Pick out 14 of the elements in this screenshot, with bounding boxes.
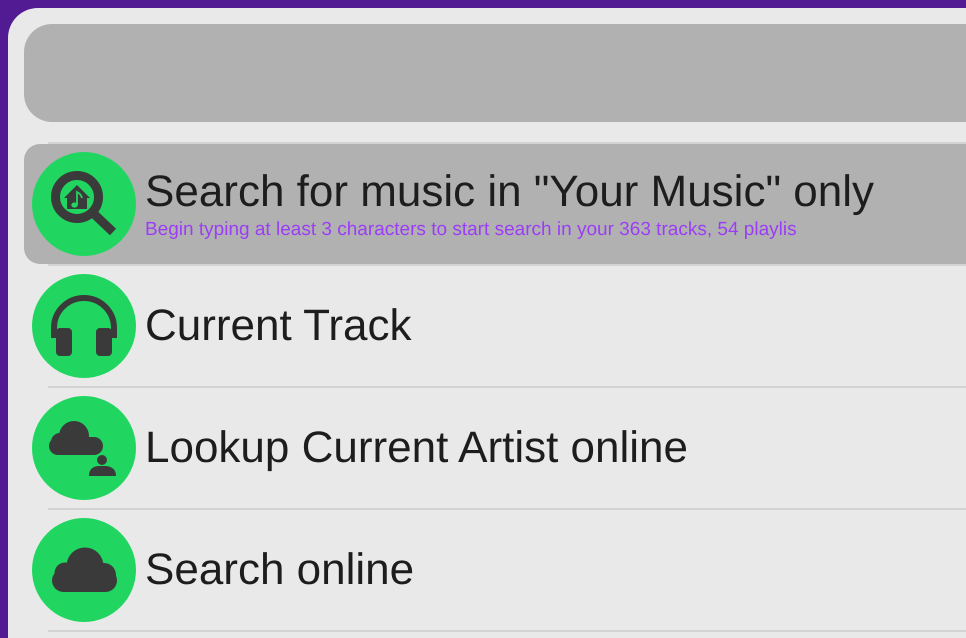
item-title: Search online	[145, 545, 414, 595]
item-subtitle: Begin typing at least 3 characters to start search in your 363 tracks, 54 playlis	[145, 219, 798, 241]
item-title: Current Track	[145, 301, 412, 351]
item-title: Search for music in "Your Music" only	[145, 167, 874, 217]
list-item[interactable]: Lookup Current Artist online	[24, 388, 966, 508]
list-item[interactable]: Search online	[24, 510, 966, 630]
cloud-person-icon	[32, 396, 136, 500]
item-title: Lookup Current Artist online	[145, 423, 688, 473]
list-item[interactable]: Search for music in "Your Music" only Begin typing at least 3 characters to start search in your 363 tracks, 54 playlis	[24, 144, 966, 264]
list-item[interactable]: Current Track	[24, 266, 966, 386]
search-field[interactable]	[24, 24, 966, 122]
headphones-icon	[32, 274, 136, 378]
cloud-icon	[32, 518, 136, 622]
home-search-icon	[32, 152, 136, 256]
